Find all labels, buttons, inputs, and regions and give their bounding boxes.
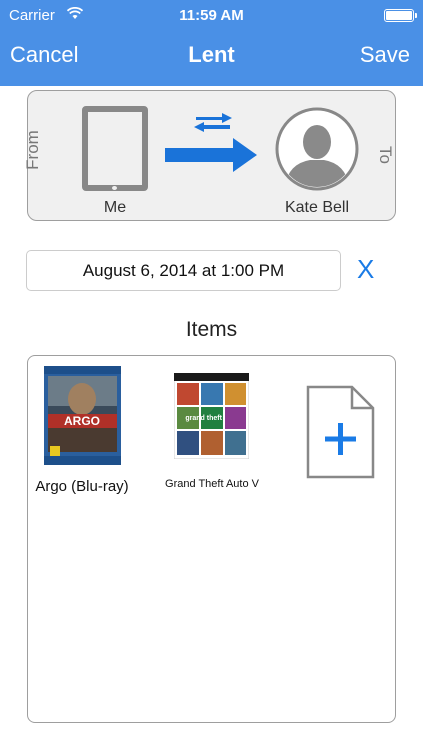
clear-date-button[interactable]: X	[357, 254, 374, 285]
contact-avatar-icon[interactable]	[274, 106, 360, 192]
save-button[interactable]: Save	[360, 42, 410, 68]
battery-icon	[384, 9, 417, 22]
to-label: To	[376, 146, 395, 164]
item-label: Grand Theft Auto V	[165, 478, 259, 490]
clock: 11:59 AM	[179, 7, 244, 24]
swap-arrows-icon[interactable]	[192, 112, 234, 139]
tablet-icon[interactable]	[82, 106, 148, 191]
from-person-name: Me	[103, 199, 127, 216]
add-item-button[interactable]	[306, 385, 375, 479]
to-person-name: Kate Bell	[284, 199, 350, 216]
argo-cover-title: ARGO	[64, 414, 100, 428]
argo-cover-image[interactable]: ARGO	[44, 366, 121, 465]
add-document-icon	[306, 385, 375, 479]
items-heading: Items	[185, 318, 238, 341]
from-label: From	[23, 130, 42, 170]
gta-cover-image[interactable]: grand theft auto	[173, 372, 250, 460]
nav-header: Carrier 11:59 AM Cancel Lent Save	[0, 0, 423, 86]
date-field[interactable]: August 6, 2014 at 1:00 PM	[26, 250, 341, 291]
transfer-arrow-icon	[165, 138, 259, 177]
status-bar: Carrier 11:59 AM	[0, 5, 423, 27]
item-label: Argo (Blu-ray)	[35, 478, 129, 495]
